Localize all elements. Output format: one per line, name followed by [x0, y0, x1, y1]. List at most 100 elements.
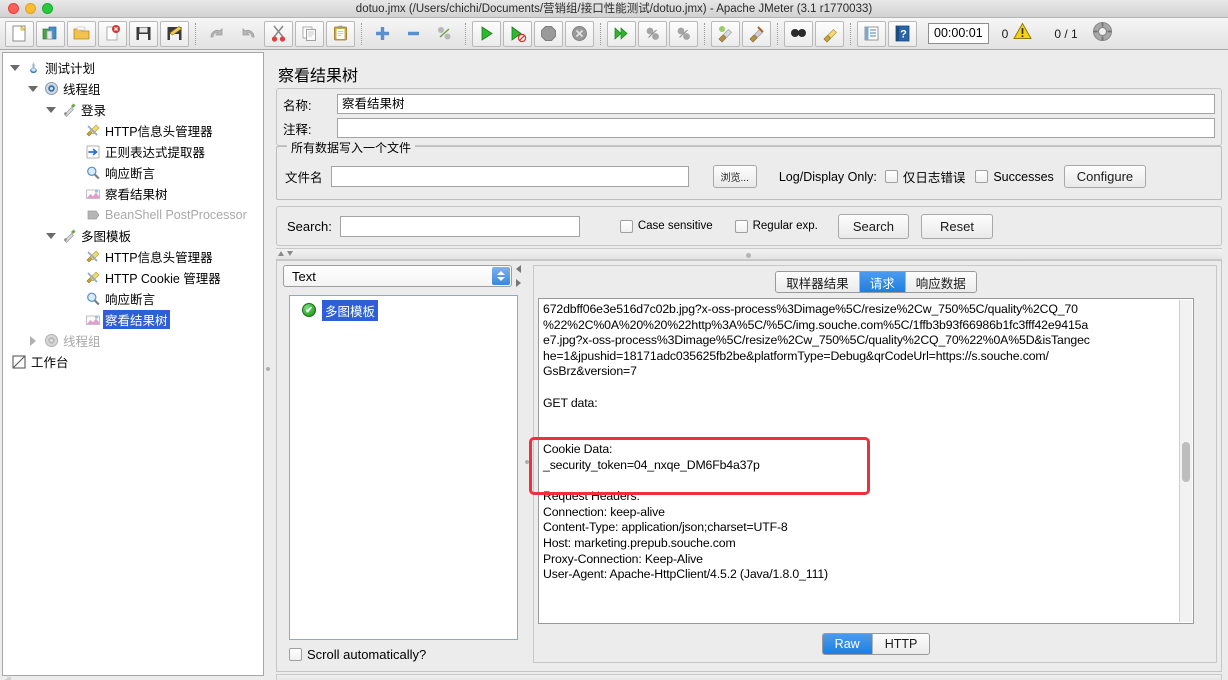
divider-strip[interactable] [276, 248, 1222, 260]
chevron-up-icon[interactable] [278, 251, 284, 256]
raw-view-button[interactable]: Raw [822, 634, 873, 654]
regular-exp-checkbox[interactable] [734, 219, 748, 233]
warning-triangle-icon[interactable] [1013, 22, 1033, 45]
case-sensitive-checkbox-wrap[interactable]: Case sensitive [619, 219, 713, 233]
header-line: User-Agent: Apache-HttpClient/4.5.2 (Jav… [543, 567, 828, 582]
shutdown-icon[interactable] [565, 20, 594, 47]
tab-request[interactable]: 请求 [859, 272, 906, 292]
open-template-icon[interactable] [36, 20, 65, 47]
start-icon[interactable] [472, 20, 501, 47]
cut-icon[interactable] [264, 20, 293, 47]
undo-icon[interactable] [202, 21, 231, 47]
search-icon[interactable] [784, 20, 813, 47]
remote-target-icon[interactable] [1092, 21, 1113, 47]
resize-grip[interactable] [3, 670, 11, 680]
tree-node-header-manager-2[interactable]: HTTP信息头管理器 [3, 246, 263, 267]
tree-node-workbench[interactable]: 工作台 [3, 351, 263, 372]
scroll-automatically-checkbox-wrap[interactable]: Scroll automatically? [289, 647, 426, 662]
errors-only-checkbox[interactable] [884, 170, 898, 183]
tree-node-cookie-manager[interactable]: HTTP Cookie 管理器 [3, 267, 263, 288]
view-results-tree-icon [83, 186, 103, 202]
copy-icon[interactable] [295, 20, 324, 47]
scrollbar-thumb[interactable] [1182, 442, 1190, 482]
browse-button[interactable]: 浏览... [712, 165, 757, 188]
close-icon[interactable] [98, 20, 127, 47]
clear-all-icon[interactable] [742, 20, 771, 47]
http-view-button[interactable]: HTTP [872, 634, 930, 654]
start-no-pauses-icon[interactable] [503, 20, 532, 47]
tree-node-view-results-tree-1[interactable]: 察看结果树 [3, 183, 263, 204]
maximize-window-button[interactable] [42, 3, 53, 14]
tree-node-response-assertion-2[interactable]: 响应断言 [3, 288, 263, 309]
chevron-updown-icon[interactable] [492, 267, 510, 285]
tree-node-beanshell-postprocessor[interactable]: BeanShell PostProcessor [3, 204, 263, 225]
chevron-down-icon[interactable] [287, 251, 293, 256]
save-icon[interactable] [129, 20, 158, 47]
open-folder-icon[interactable] [67, 20, 96, 47]
splitter-grip[interactable] [746, 253, 751, 258]
twisty-toggle[interactable] [25, 335, 41, 346]
close-window-button[interactable] [8, 3, 19, 14]
redo-icon[interactable] [233, 21, 262, 47]
tree-node-multi-image-template-request[interactable]: 多图模板 [3, 225, 263, 246]
request-vertical-scrollbar[interactable] [1179, 300, 1192, 622]
tree-node-thread-group-2[interactable]: 线程组 [3, 330, 263, 351]
chevron-left-icon[interactable] [516, 265, 521, 273]
filename-input[interactable] [330, 166, 689, 187]
new-file-icon[interactable] [5, 20, 34, 47]
sampler-results-list[interactable]: ✔ 多图模板 [289, 295, 518, 640]
help-icon[interactable]: ? [888, 20, 917, 47]
tree-node-header-manager-1[interactable]: HTTP信息头管理器 [3, 120, 263, 141]
expand-all-icon[interactable] [368, 21, 397, 47]
function-helper-icon[interactable] [857, 20, 886, 47]
tree-node-response-assertion-1[interactable]: 响应断言 [3, 162, 263, 183]
splitter-grip[interactable] [525, 460, 529, 464]
tree-node-regex-extractor[interactable]: 正则表达式提取器 [3, 141, 263, 162]
test-plan-tree-pane[interactable]: 测试计划 线程组 登录 HTTP信息头管理器 正则表达式提取器 响应断言 察看结… [2, 52, 264, 676]
pane-splitter-vertical[interactable] [264, 52, 272, 676]
errors-only-checkbox-wrap[interactable]: 仅日志错误 [884, 167, 965, 186]
list-nav-arrows[interactable] [516, 265, 521, 287]
paste-icon[interactable] [326, 20, 355, 47]
tab-response-data[interactable]: 响应数据 [905, 272, 976, 292]
results-splitter[interactable] [523, 265, 531, 663]
twisty-toggle[interactable] [25, 85, 41, 92]
tree-node-login-request[interactable]: 登录 [3, 99, 263, 120]
reset-search-icon[interactable] [815, 20, 844, 47]
scroll-automatically-checkbox[interactable] [289, 648, 302, 661]
tab-sampler-result[interactable]: 取样器结果 [776, 272, 860, 292]
stop-remote-icon[interactable] [638, 20, 667, 47]
successes-checkbox[interactable] [975, 170, 989, 183]
collapse-all-icon[interactable] [399, 21, 428, 47]
tree-node-test-plan[interactable]: 测试计划 [3, 57, 263, 78]
toggle-icon[interactable] [430, 21, 459, 47]
list-item[interactable]: ✔ 多图模板 [290, 299, 517, 321]
tree-node-thread-group-1[interactable]: 线程组 [3, 78, 263, 99]
regular-exp-checkbox-wrap[interactable]: Regular exp. [734, 219, 818, 233]
save-as-icon[interactable] [160, 20, 189, 47]
reset-button[interactable]: Reset [921, 213, 993, 239]
twisty-toggle[interactable] [43, 106, 59, 113]
splitter-grip[interactable] [266, 367, 270, 371]
collapse-arrows[interactable] [278, 251, 293, 256]
comment-input[interactable] [337, 118, 1215, 138]
renderer-select[interactable]: Text [283, 265, 512, 287]
tree-node-view-results-tree-2[interactable]: 察看结果树 [3, 309, 263, 330]
clear-icon[interactable] [711, 20, 740, 47]
chevron-right-icon[interactable] [516, 279, 521, 287]
shutdown-remote-icon[interactable] [669, 20, 698, 47]
case-sensitive-checkbox[interactable] [619, 219, 633, 233]
search-input[interactable] [339, 215, 580, 237]
successes-checkbox-wrap[interactable]: Successes [975, 170, 1054, 184]
configure-button[interactable]: Configure [1063, 165, 1147, 188]
search-button[interactable]: Search [837, 213, 910, 239]
request-textarea-wrap: 672dbff06e3e516d7c02b.jpg?x-oss-process%… [538, 298, 1194, 624]
stop-icon[interactable] [534, 20, 563, 47]
name-input[interactable]: 察看结果树 [337, 94, 1215, 114]
toolbar-group-edit [201, 20, 356, 47]
minimize-window-button[interactable] [25, 3, 36, 14]
twisty-toggle[interactable] [43, 232, 59, 239]
twisty-toggle[interactable] [7, 64, 23, 71]
start-remote-icon[interactable] [607, 20, 636, 47]
bottom-horizontal-scrollbar[interactable] [276, 674, 1222, 680]
